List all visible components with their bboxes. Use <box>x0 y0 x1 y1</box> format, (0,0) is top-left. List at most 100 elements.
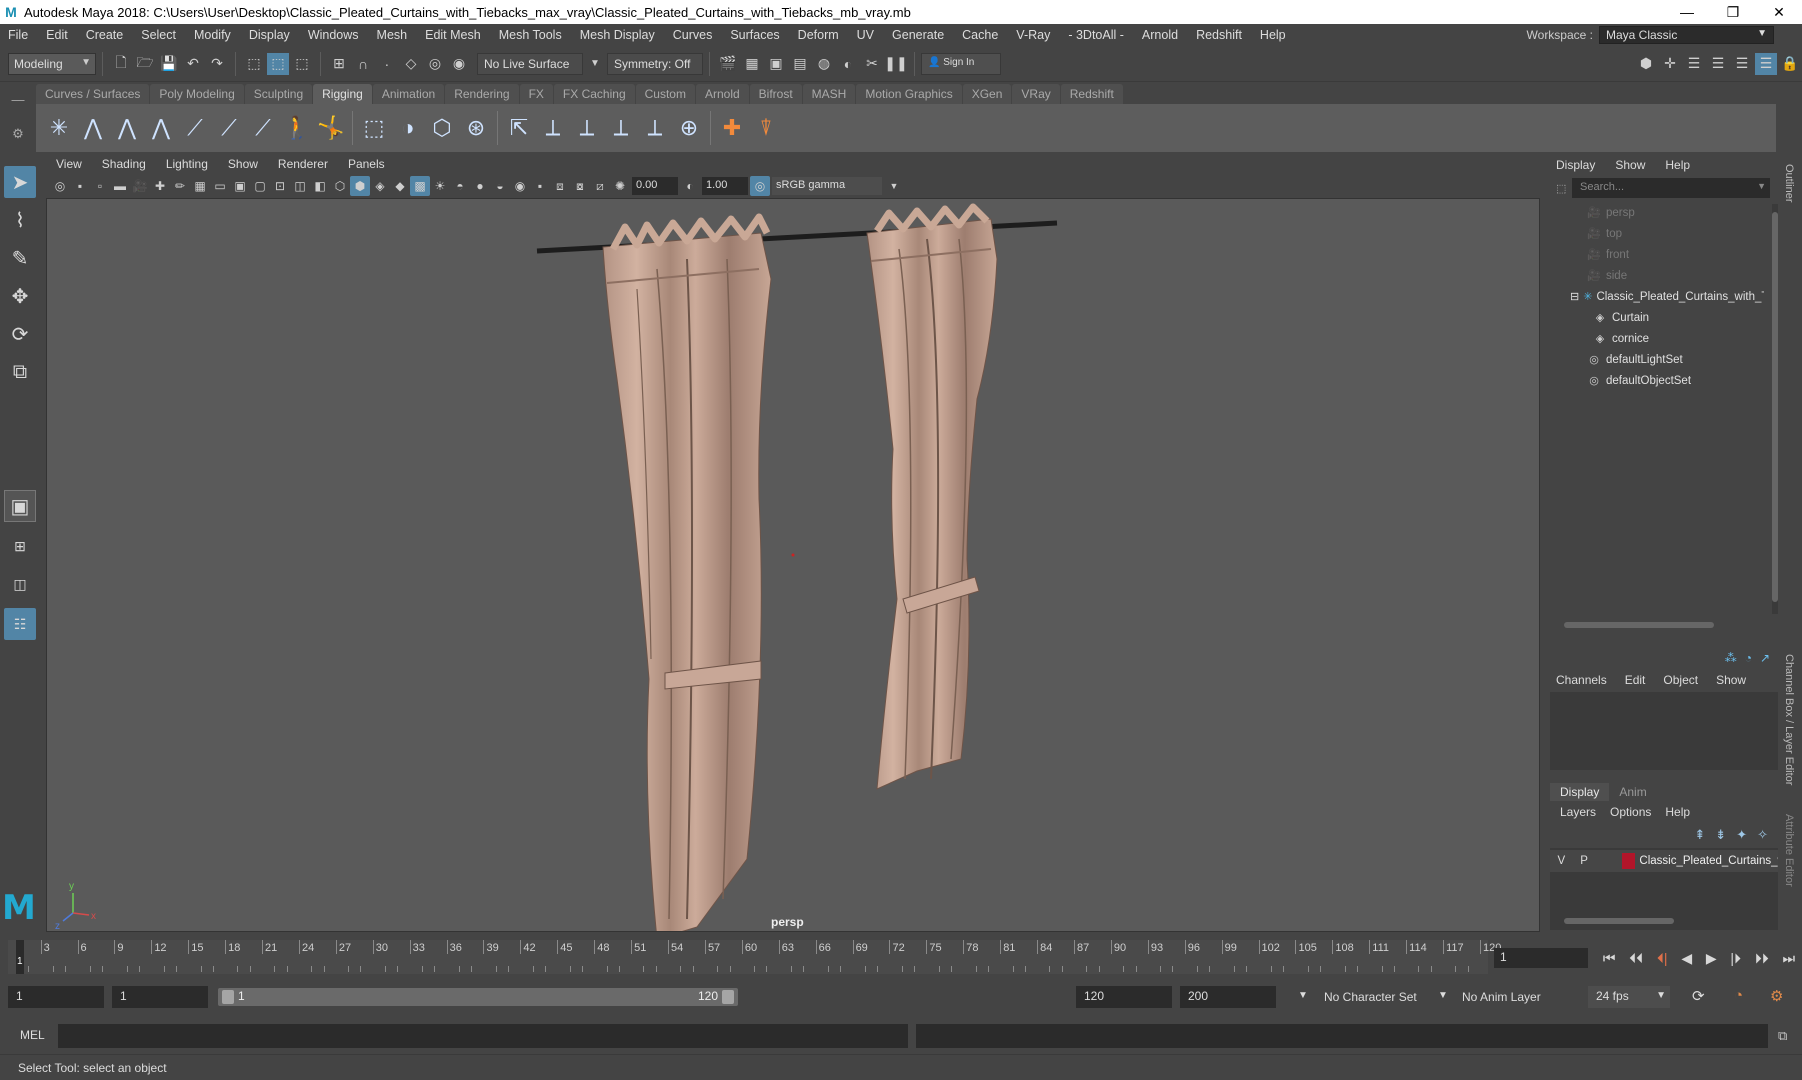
chevron-down-icon[interactable]: ▼ <box>584 53 606 75</box>
step-forward-icon[interactable]: ⏵⏵ <box>1755 950 1769 967</box>
rotate-tool-icon[interactable]: ⟳ <box>4 318 36 350</box>
render-current-icon[interactable]: 🎬 <box>717 53 739 75</box>
select-tool-icon[interactable]: ➤ <box>4 166 36 198</box>
layer-row[interactable]: V P Classic_Pleated_Curtains_w <box>1550 850 1778 872</box>
anti-aliasing-icon[interactable]: ◒ <box>490 176 510 196</box>
outliner-item[interactable]: ◈ cornice <box>1548 328 1764 349</box>
mode-dropdown[interactable]: Modeling ▼ <box>8 52 96 75</box>
scroll-thumb[interactable] <box>1564 622 1714 628</box>
menu-edit-mesh[interactable]: Edit Mesh <box>417 28 491 42</box>
gamma-icon[interactable]: ◐ <box>680 176 700 196</box>
outliner-item[interactable]: ⊟ ✳ Classic_Pleated_Curtains_with_Ti <box>1548 286 1764 307</box>
sign-in-button[interactable]: 👤 Sign In <box>921 52 1001 75</box>
layer-name[interactable]: Classic_Pleated_Curtains_w <box>1639 855 1778 867</box>
render-settings-icon[interactable]: ▤ <box>789 53 811 75</box>
quick-rig-icon[interactable]: 🤸 <box>314 111 348 145</box>
playback-end-field[interactable]: 120 <box>1076 986 1172 1008</box>
orient-constraint-icon[interactable]: ⟂ <box>570 111 604 145</box>
step-back-icon[interactable]: ⏴⏴ <box>1629 950 1643 967</box>
shelf-tab-custom[interactable]: Custom <box>635 84 695 104</box>
animation-start-field[interactable]: 1 <box>8 986 104 1008</box>
menu-cache[interactable]: Cache <box>954 28 1008 42</box>
aim-constraint-icon[interactable]: ⇱ <box>502 111 536 145</box>
play-backward-icon[interactable]: ◀ <box>1681 950 1692 967</box>
human-ik-icon[interactable]: ✛ <box>1659 53 1681 75</box>
outliner-item[interactable]: ◎ defaultLightSet <box>1548 349 1764 370</box>
layer-menu-options[interactable]: Options <box>1610 805 1651 819</box>
viewport-menu-panels[interactable]: Panels <box>338 157 395 171</box>
outliner-vscroll[interactable] <box>1772 204 1778 614</box>
shelf-tab-fx[interactable]: FX <box>519 84 553 104</box>
auto-key-icon[interactable]: ◔ <box>1734 987 1743 1004</box>
snap-point-icon[interactable]: ∙ <box>376 53 398 75</box>
select-hierarchy-icon[interactable]: ⬚ <box>243 53 265 75</box>
layer-playback-toggle[interactable]: P <box>1573 855 1596 867</box>
motion-blur-icon[interactable]: ● <box>470 176 490 196</box>
outliner-item[interactable]: ◎ defaultObjectSet <box>1548 370 1764 391</box>
tab-attribute-editor[interactable]: Attribute Editor <box>1783 814 1795 887</box>
new-layer-selected-icon[interactable]: ✧ <box>1757 827 1768 843</box>
gamma-field[interactable]: 1.00 <box>702 177 748 195</box>
four-view-layout-icon[interactable]: ⊞ <box>4 530 36 562</box>
shelf-menu-icon[interactable]: — <box>12 92 25 107</box>
two-d-pan-icon[interactable]: ✚ <box>150 176 170 196</box>
minimize-button[interactable]: — <box>1664 4 1710 20</box>
live-surface-field[interactable]: No Live Surface <box>477 52 583 75</box>
menu-modify[interactable]: Modify <box>186 28 241 42</box>
shelf-tab-arnold[interactable]: Arnold <box>695 84 749 104</box>
xray-active-icon[interactable]: ⧇ <box>570 176 590 196</box>
humanik-icon[interactable]: 🚶 <box>280 111 314 145</box>
chevron-down-icon[interactable]: ▼ <box>884 176 904 196</box>
menu-v-ray[interactable]: V-Ray <box>1008 28 1060 42</box>
channel-box-icon[interactable]: ☰ <box>1731 53 1753 75</box>
shelf-tab-rendering[interactable]: Rendering <box>445 84 519 104</box>
new-empty-layer-icon[interactable]: ✦ <box>1736 827 1747 843</box>
search-input[interactable]: Search... ▼ <box>1572 178 1770 198</box>
camera-select-icon[interactable]: ◎ <box>50 176 70 196</box>
new-scene-icon[interactable]: 🗋 <box>110 53 132 75</box>
filter-icon[interactable]: ⬚ <box>1556 182 1566 195</box>
paint-weights-icon[interactable]: ◑ <box>391 111 425 145</box>
scale-tool-icon[interactable]: ⧉ <box>4 356 36 388</box>
render-tools-icon[interactable]: ✂ <box>861 53 883 75</box>
locator-icon[interactable]: ✚ <box>715 111 749 145</box>
command-language-label[interactable]: MEL <box>20 1028 45 1042</box>
range-slider[interactable]: 1 120 <box>218 988 738 1006</box>
pin-icon[interactable]: ⍒ <box>749 111 783 145</box>
script-editor-icon[interactable]: ⧉ <box>1778 1028 1787 1044</box>
layer-menu-help[interactable]: Help <box>1665 805 1690 819</box>
resolution-gate-icon[interactable]: ▣ <box>230 176 250 196</box>
viewport-menu-view[interactable]: View <box>46 157 92 171</box>
ik-spline-alt-icon[interactable]: ⋀ <box>144 111 178 145</box>
move-layer-up-icon[interactable]: ⇞ <box>1694 827 1705 843</box>
chevron-down-icon[interactable]: ▼ <box>1298 990 1308 1001</box>
time-slider[interactable]: 3 6 9 12 15 18 21 24 27 30 33 36 39 42 45 48 51 54 57 60 63 6… <box>8 940 1501 974</box>
parent-constraint-icon[interactable]: ⟂ <box>638 111 672 145</box>
make-live-icon[interactable]: ◉ <box>448 53 470 75</box>
menu-uv[interactable]: UV <box>849 28 884 42</box>
ik-spline-icon[interactable]: ⋀ <box>110 111 144 145</box>
collapse-icon[interactable]: ⊟ <box>1570 290 1579 303</box>
film-gate-icon[interactable]: ▭ <box>210 176 230 196</box>
outliner-item[interactable]: 🎥 top <box>1548 223 1764 244</box>
outliner-layout-icon[interactable]: ☷ <box>4 608 36 640</box>
side-by-side-layout-icon[interactable]: ◫ <box>4 568 36 600</box>
menu-redshift[interactable]: Redshift <box>1188 28 1252 42</box>
select-component-icon[interactable]: ⬚ <box>291 53 313 75</box>
outliner-hscroll[interactable] <box>1552 620 1772 630</box>
xray-joints-icon[interactable]: ⧄ <box>590 176 610 196</box>
undo-icon[interactable]: ↶ <box>182 53 204 75</box>
layer-editor-icon[interactable]: ☰ <box>1755 52 1777 75</box>
close-button[interactable]: ✕ <box>1756 4 1802 21</box>
workspace-dropdown[interactable]: Maya Classic ▼ <box>1599 26 1774 44</box>
menu-deform[interactable]: Deform <box>790 28 849 42</box>
menu-file[interactable]: File <box>0 28 38 42</box>
range-end-handle[interactable] <box>722 990 734 1004</box>
viewport-menu-renderer[interactable]: Renderer <box>268 157 338 171</box>
exposure-icon[interactable]: ✺ <box>610 176 630 196</box>
outliner-item[interactable]: 🎥 side <box>1548 265 1764 286</box>
menu-help[interactable]: Help <box>1252 28 1296 42</box>
color-space-field[interactable]: sRGB gamma <box>772 177 882 195</box>
shelf-tab-curves-surfaces[interactable]: Curves / Surfaces <box>36 84 150 104</box>
scroll-thumb[interactable] <box>1564 918 1674 924</box>
